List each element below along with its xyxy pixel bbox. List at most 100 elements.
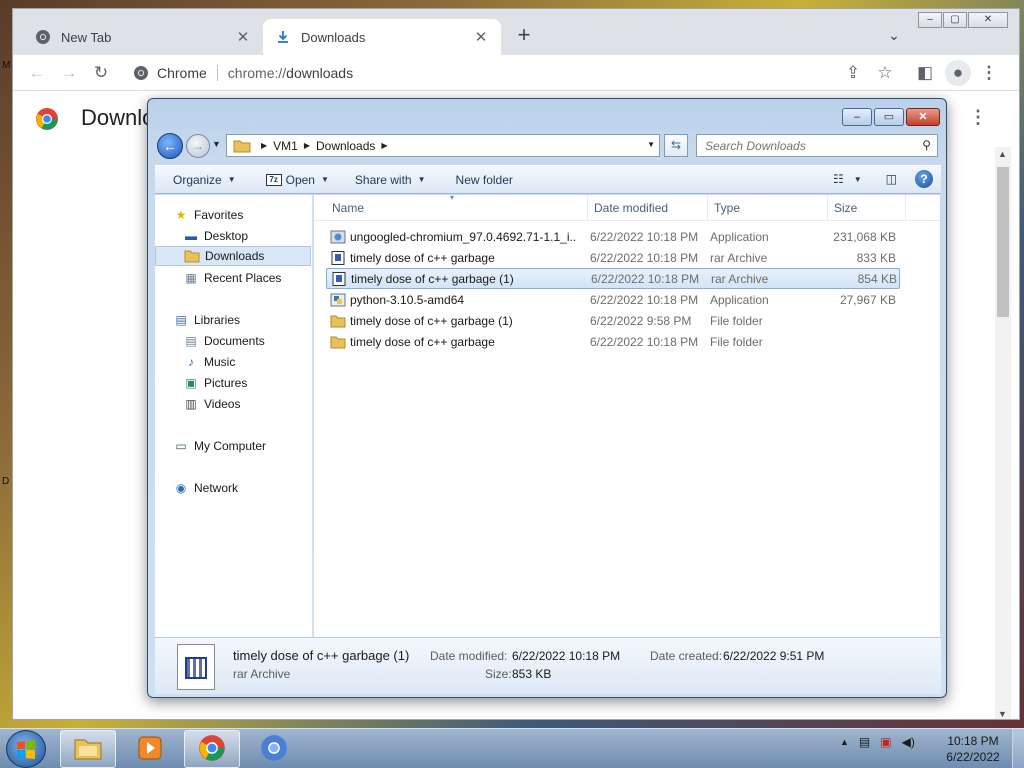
back-button[interactable]: ← bbox=[157, 133, 183, 159]
file-name: timely dose of c++ garbage bbox=[350, 251, 495, 265]
file-row[interactable]: ungoogled-chromium_97.0.4692.71-1.1_i...… bbox=[326, 227, 900, 248]
maximize-button[interactable]: ▢ bbox=[943, 12, 967, 28]
scrollbar-thumb[interactable] bbox=[997, 167, 1009, 317]
search-icon[interactable]: ⚲ bbox=[922, 138, 931, 152]
file-row[interactable]: timely dose of c++ garbage (1) 6/22/2022… bbox=[326, 311, 900, 332]
nav-pictures[interactable]: ▣ Pictures bbox=[183, 373, 247, 393]
nav-network[interactable]: ◉ Network bbox=[173, 478, 238, 498]
nav-label: Recent Places bbox=[204, 271, 282, 285]
taskbar-explorer[interactable] bbox=[60, 730, 116, 768]
tab-downloads[interactable]: Downloads ✕ bbox=[263, 19, 501, 55]
nav-recent-places[interactable]: ▦ Recent Places bbox=[183, 268, 281, 288]
scroll-up-icon[interactable]: ▲ bbox=[998, 149, 1007, 159]
open-button[interactable]: 7z Open ▼ bbox=[265, 173, 329, 187]
explorer-window-controls: – ▭ ✕ bbox=[840, 108, 940, 126]
change-view-icon[interactable]: ☷ bbox=[833, 172, 844, 186]
libraries-icon: ▤ bbox=[175, 313, 187, 327]
close-button[interactable]: ✕ bbox=[906, 108, 940, 126]
forward-arrow-icon[interactable]: → bbox=[59, 63, 79, 83]
taskbar-chromium[interactable] bbox=[246, 730, 302, 768]
side-panel-icon[interactable]: ◧ bbox=[915, 63, 935, 83]
python-installer-icon bbox=[330, 293, 346, 307]
taskbar-media-player[interactable] bbox=[122, 730, 178, 768]
breadcrumb-arrow-icon[interactable]: ▶ bbox=[304, 141, 310, 150]
show-desktop-button[interactable] bbox=[1012, 729, 1024, 768]
address-dropdown-icon[interactable]: ▼ bbox=[647, 140, 655, 149]
omnibox[interactable]: Chrome chrome:// downloads bbox=[123, 59, 913, 87]
forward-button[interactable]: → bbox=[186, 134, 210, 158]
preview-pane-icon[interactable]: ◫ bbox=[886, 172, 897, 186]
minimize-button[interactable]: – bbox=[842, 108, 872, 126]
chrome-menu-icon[interactable]: ⋮ bbox=[979, 63, 999, 83]
file-row-selected[interactable]: timely dose of c++ garbage (1) 6/22/2022… bbox=[326, 268, 900, 289]
show-hidden-icons-icon[interactable]: ▲ bbox=[840, 737, 849, 747]
nav-label: Libraries bbox=[194, 313, 241, 327]
action-center-icon[interactable]: ▤ bbox=[859, 735, 870, 749]
tab-search-chevron-icon[interactable]: ⌄ bbox=[885, 27, 903, 45]
bookmark-star-icon[interactable]: ☆ bbox=[875, 63, 895, 83]
nav-favorites[interactable]: ★ Favorites bbox=[173, 205, 244, 225]
file-row[interactable]: timely dose of c++ garbage 6/22/2022 10:… bbox=[326, 332, 900, 353]
documents-icon: ▤ bbox=[185, 334, 197, 348]
desktop-edge-text: M bbox=[2, 60, 11, 71]
file-row[interactable]: python-3.10.5-amd64 6/22/2022 10:18 PM A… bbox=[326, 290, 900, 311]
refresh-button[interactable]: ⇆ bbox=[664, 134, 688, 157]
organize-button[interactable]: Organize ▼ bbox=[173, 173, 236, 187]
breadcrumb-arrow-icon[interactable]: ▶ bbox=[261, 141, 267, 150]
file-list-pane: ▾ Name Date modified Type Size ungoogled… bbox=[314, 193, 940, 637]
network-status-icon[interactable]: ▣ bbox=[880, 735, 891, 749]
minimize-button[interactable]: – bbox=[918, 12, 942, 28]
nav-videos[interactable]: ▥ Videos bbox=[183, 394, 240, 414]
breadcrumb-vm1[interactable]: VM1 bbox=[273, 139, 298, 153]
nav-downloads[interactable]: Downloads bbox=[155, 246, 311, 266]
nav-music[interactable]: ♪ Music bbox=[183, 352, 235, 372]
breadcrumb-arrow-icon[interactable]: ▶ bbox=[381, 141, 387, 150]
volume-icon[interactable]: ◀) bbox=[902, 735, 915, 749]
column-header-date-modified[interactable]: Date modified bbox=[588, 195, 708, 221]
column-header-type[interactable]: Type bbox=[708, 195, 828, 221]
nav-my-computer[interactable]: ▭ My Computer bbox=[173, 436, 266, 456]
tab-title: New Tab bbox=[61, 29, 112, 45]
search-box[interactable]: ⚲ bbox=[696, 134, 938, 157]
column-header-name[interactable]: Name bbox=[326, 195, 588, 221]
new-folder-label: New folder bbox=[455, 172, 513, 187]
close-button[interactable]: ✕ bbox=[968, 12, 1008, 28]
new-folder-button[interactable]: New folder bbox=[456, 173, 513, 187]
reload-icon[interactable]: ↻ bbox=[91, 63, 111, 83]
nav-documents[interactable]: ▤ Documents bbox=[183, 331, 264, 351]
recent-pages-chevron-icon[interactable]: ▼ bbox=[212, 139, 221, 149]
chromium-icon bbox=[260, 734, 288, 765]
nav-libraries[interactable]: ▤ Libraries bbox=[173, 310, 240, 330]
close-icon[interactable]: ✕ bbox=[235, 28, 251, 46]
tab-new-tab[interactable]: New Tab ✕ bbox=[23, 19, 263, 55]
back-arrow-icon[interactable]: ← bbox=[27, 63, 47, 83]
share-with-button[interactable]: Share with ▼ bbox=[355, 173, 426, 187]
clock[interactable]: 10:18 PM 6/22/2022 bbox=[942, 733, 1004, 765]
navigation-pane: ★ Favorites ▬ Desktop Downloads ▦ Recent… bbox=[155, 195, 313, 637]
page-scrollbar[interactable]: ▲ ▼ bbox=[995, 147, 1011, 719]
media-player-icon bbox=[137, 735, 163, 764]
address-bar[interactable]: ▶ VM1 ▶ Downloads ▶ ▼ bbox=[226, 134, 660, 157]
profile-avatar-icon[interactable]: ● bbox=[945, 60, 971, 86]
nav-desktop[interactable]: ▬ Desktop bbox=[183, 226, 248, 246]
file-type: Application bbox=[710, 293, 769, 307]
column-header-size[interactable]: Size bbox=[828, 195, 906, 221]
taskbar-chrome[interactable] bbox=[184, 730, 240, 768]
help-icon[interactable]: ? bbox=[915, 170, 933, 188]
file-date: 6/22/2022 10:18 PM bbox=[590, 251, 699, 265]
breadcrumb-downloads[interactable]: Downloads bbox=[316, 139, 375, 153]
new-tab-button[interactable]: + bbox=[513, 24, 535, 47]
more-options-icon[interactable]: ⋮ bbox=[969, 107, 987, 128]
file-date: 6/22/2022 10:18 PM bbox=[590, 293, 699, 307]
chevron-down-icon[interactable]: ▼ bbox=[854, 175, 862, 184]
file-row[interactable]: timely dose of c++ garbage 6/22/2022 10:… bbox=[326, 248, 900, 269]
search-input[interactable] bbox=[705, 138, 905, 153]
close-icon[interactable]: ✕ bbox=[473, 28, 489, 46]
maximize-button[interactable]: ▭ bbox=[874, 108, 904, 126]
nav-label: Favorites bbox=[194, 208, 244, 222]
url-path: downloads bbox=[286, 65, 354, 81]
scroll-down-icon[interactable]: ▼ bbox=[998, 709, 1007, 719]
start-button[interactable] bbox=[6, 730, 46, 768]
network-icon: ◉ bbox=[175, 481, 187, 495]
share-icon[interactable]: ⇪ bbox=[843, 63, 863, 83]
